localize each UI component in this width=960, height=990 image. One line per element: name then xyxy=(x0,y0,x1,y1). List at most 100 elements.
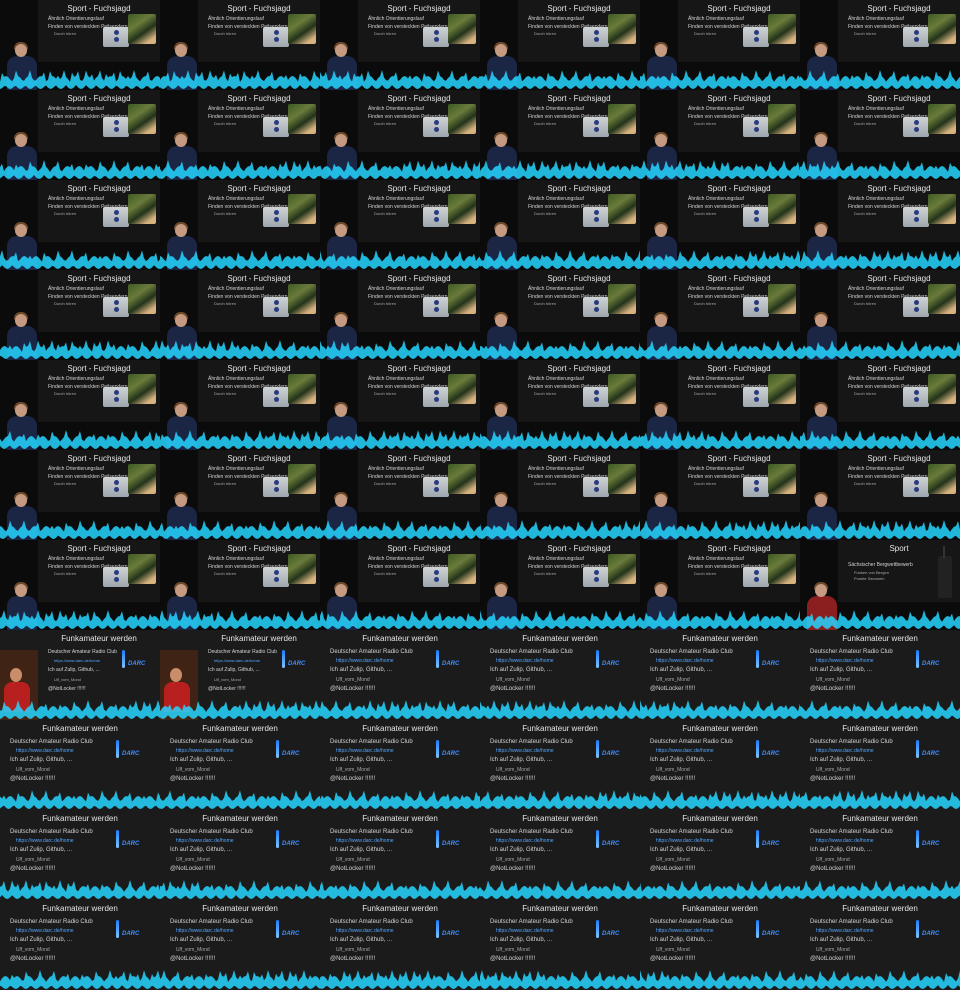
waveform-path xyxy=(640,790,800,809)
waveform-path xyxy=(320,250,480,269)
slide-title: Funkamateur werden xyxy=(362,904,438,913)
darc-logo-text: DARC xyxy=(602,931,620,937)
video-frame-sport: Sport - Fuchsjagd Ähnlich Orientierungsl… xyxy=(320,90,480,180)
slide-panel: Sport - Fuchsjagd Ähnlich Orientierungsl… xyxy=(198,90,320,152)
video-frame-funkamateur: Funkamateur werden Deutscher Amateur Rad… xyxy=(0,720,160,810)
slide-panel: Sport - Fuchsjagd Ähnlich Orientierungsl… xyxy=(838,0,960,62)
transmitter-photo xyxy=(583,387,609,407)
audio-waveform xyxy=(480,790,640,809)
waveform-path xyxy=(480,70,640,89)
darc-link[interactable]: https://www.darc.de/home xyxy=(336,838,394,844)
darc-link[interactable]: https://www.darc.de/home xyxy=(816,838,874,844)
darc-logo-text: DARC xyxy=(922,931,940,937)
audio-waveform xyxy=(800,250,960,269)
runner-photo xyxy=(608,554,636,584)
darc-link[interactable]: https://www.darc.de/home xyxy=(176,838,234,844)
video-frame-funkamateur-speaker: Funkamateur werden Deutscher Amateur Rad… xyxy=(0,630,160,720)
transmitter-photo xyxy=(263,117,289,137)
slide-title: Sport - Fuchsjagd xyxy=(867,184,931,193)
audio-waveform xyxy=(800,70,960,89)
darc-link[interactable]: https://www.darc.de/home xyxy=(496,838,554,844)
runner-photo xyxy=(768,374,796,404)
darc-link[interactable]: https://www.darc.de/home xyxy=(16,928,74,934)
slide-bullet: @NotLocker !!!!!! xyxy=(650,956,696,962)
transmitter-photo xyxy=(263,297,289,317)
waveform-path xyxy=(480,610,640,629)
video-frame-funkamateur: Funkamateur werden Deutscher Amateur Rad… xyxy=(0,810,160,900)
waveform-path xyxy=(0,250,160,269)
slide-subbullet: Ulf_vom_Mond xyxy=(816,947,850,953)
darc-link[interactable]: https://www.darc.de/home xyxy=(54,658,100,663)
slide-bullet: @NotLocker !!!!!! xyxy=(490,686,536,692)
transmitter-photo xyxy=(263,207,289,227)
slide-panel: Sport - Fuchsjagd Ähnlich Orientierungsl… xyxy=(198,450,320,512)
video-frame-sport: Sport - Fuchsjagd Ähnlich Orientierungsl… xyxy=(480,540,640,630)
darc-link[interactable]: https://www.darc.de/home xyxy=(336,748,394,754)
waveform-path xyxy=(320,790,480,809)
slide-title: Funkamateur werden xyxy=(221,634,297,643)
transmitter-photo xyxy=(423,477,449,497)
slide-title: Sport - Fuchsjagd xyxy=(867,4,931,13)
video-frame-sport: Sport - Fuchsjagd Ähnlich Orientierungsl… xyxy=(0,540,160,630)
transmitter-photo xyxy=(263,567,289,587)
audio-waveform xyxy=(800,880,960,899)
slide-bullet: @NotLocker !!!!!! xyxy=(490,866,536,872)
slide-title: Sport - Fuchsjagd xyxy=(547,544,611,553)
darc-link[interactable]: https://www.darc.de/home xyxy=(176,928,234,934)
waveform-path xyxy=(800,700,960,719)
darc-link[interactable]: https://www.darc.de/home xyxy=(656,838,714,844)
slide-panel: Sport - Fuchsjagd Ähnlich Orientierungsl… xyxy=(518,180,640,242)
slide-panel: Sport - Fuchsjagd Ähnlich Orientierungsl… xyxy=(38,540,160,602)
audio-waveform xyxy=(480,700,640,719)
slide-title: Funkamateur werden xyxy=(202,724,278,733)
video-frame-sport: Sport - Fuchsjagd Ähnlich Orientierungsl… xyxy=(320,450,480,540)
audio-waveform xyxy=(160,160,320,179)
waveform-path xyxy=(640,520,800,539)
darc-link[interactable]: https://www.darc.de/home xyxy=(496,928,554,934)
audio-waveform xyxy=(0,700,160,719)
slide-subbullet: Ulf_vom_Mond xyxy=(176,767,210,773)
darc-link[interactable]: https://www.darc.de/home xyxy=(214,658,260,663)
darc-link[interactable]: https://www.darc.de/home xyxy=(176,748,234,754)
slide-title: Funkamateur werden xyxy=(522,904,598,913)
darc-logo-text: DARC xyxy=(762,661,780,667)
waveform-path xyxy=(800,160,960,179)
darc-link[interactable]: https://www.darc.de/home xyxy=(496,748,554,754)
transmitter-photo xyxy=(103,117,129,137)
slide-title: Sport - Fuchsjagd xyxy=(227,364,291,373)
waveform-path xyxy=(160,250,320,269)
waveform-path xyxy=(480,340,640,359)
transmitter-photo xyxy=(583,297,609,317)
darc-link[interactable]: https://www.darc.de/home xyxy=(496,658,554,664)
slide-subbullet: Ulf_vom_Mond xyxy=(816,677,850,683)
darc-link[interactable]: https://www.darc.de/home xyxy=(656,748,714,754)
darc-link[interactable]: https://www.darc.de/home xyxy=(816,928,874,934)
darc-logo: DARC xyxy=(596,830,626,850)
darc-logo-text: DARC xyxy=(282,751,300,757)
waveform-path xyxy=(0,880,160,899)
slide-subbullet: Ulf_vom_Mond xyxy=(816,767,850,773)
waveform-path xyxy=(160,880,320,899)
darc-link[interactable]: https://www.darc.de/home xyxy=(16,838,74,844)
slide-panel: Sport - Fuchsjagd Ähnlich Orientierungsl… xyxy=(838,360,960,422)
darc-link[interactable]: https://www.darc.de/home xyxy=(656,658,714,664)
runner-photo xyxy=(928,374,956,404)
slide-bullet: @NotLocker !!!!!! xyxy=(330,866,376,872)
video-frame-sport: Sport - Fuchsjagd Ähnlich Orientierungsl… xyxy=(320,360,480,450)
darc-link[interactable]: https://www.darc.de/home xyxy=(816,748,874,754)
darc-link[interactable]: https://www.darc.de/home xyxy=(16,748,74,754)
slide-bullet: @NotLocker !!!!!! xyxy=(490,956,536,962)
video-frame-sport: Sport - Fuchsjagd Ähnlich Orientierungsl… xyxy=(160,90,320,180)
darc-link[interactable]: https://www.darc.de/home xyxy=(656,928,714,934)
slide-title: Sport - Fuchsjagd xyxy=(547,364,611,373)
slide-subbullet: Ulf_vom_Mond xyxy=(336,767,370,773)
slide-panel: Sport - Fuchsjagd Ähnlich Orientierungsl… xyxy=(358,540,480,602)
transmitter-photo xyxy=(423,207,449,227)
darc-link[interactable]: https://www.darc.de/home xyxy=(336,658,394,664)
slide-title: Sport - Fuchsjagd xyxy=(227,544,291,553)
video-frame-funkamateur: Funkamateur werden Deutscher Amateur Rad… xyxy=(480,630,640,720)
darc-link[interactable]: https://www.darc.de/home xyxy=(336,928,394,934)
waveform-path xyxy=(640,160,800,179)
darc-link[interactable]: https://www.darc.de/home xyxy=(816,658,874,664)
slide-title: Sport - Fuchsjagd xyxy=(227,454,291,463)
